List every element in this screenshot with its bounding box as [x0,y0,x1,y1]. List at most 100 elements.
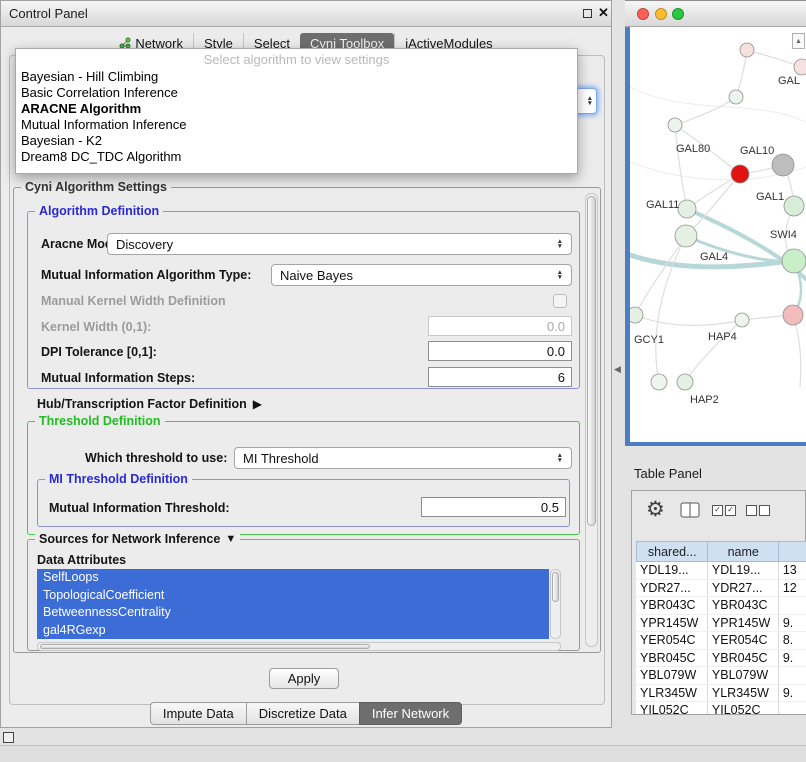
close-button[interactable] [637,8,649,20]
table-row[interactable]: YER054C YER054C 8. [636,632,806,650]
attribute-list-item[interactable]: gal4RGexp [37,622,549,640]
settings-scrollbar-thumb[interactable] [587,196,596,526]
network-node[interactable] [735,313,749,327]
mi-threshold-field[interactable]: 0.5 [421,497,566,517]
attribute-list-scrollbar-thumb[interactable] [552,572,559,602]
network-node[interactable] [740,43,754,57]
network-node[interactable] [677,374,693,390]
column-header-shared-name[interactable]: shared... [636,541,708,562]
cell: YPR145W [708,615,779,632]
close-icon[interactable]: ✕ [598,5,609,21]
cell: 12 [779,580,806,597]
tab-infer-network[interactable]: Infer Network [359,702,462,725]
minimized-panel-icon[interactable] [3,732,14,743]
table-toolbar: ⚙ ✓✓ [632,491,805,539]
aracne-mode-select[interactable]: Discovery ▲▼ [107,233,572,255]
dropdown-item[interactable]: Basic Correlation Inference [16,85,577,101]
node-label: GAL10 [740,145,774,157]
manual-kernel-checkbox[interactable] [553,294,567,308]
dropdown-item[interactable]: ARACNE Algorithm [16,101,577,117]
hub-section-label: Hub/Transcription Factor Definition [37,397,247,411]
column-header-name[interactable]: name [707,541,779,562]
network-node[interactable] [630,307,643,323]
deselect-all-columns-icon[interactable] [746,505,770,516]
table-row[interactable]: YBL079W YBL079W [636,667,806,685]
cell [779,667,806,684]
bottom-tab-strip: Impute Data Discretize Data Infer Networ… [1,701,611,725]
table-row[interactable]: YLR345W YLR345W 9. [636,685,806,703]
network-canvas[interactable]: GAL80 GAL10 GAL11 GAL1 SWI4 GAL4 GCY1 HA… [630,27,806,442]
control-panel-titlebar: Control Panel ✕ [1,1,611,27]
attribute-list-hscrollbar-thumb[interactable] [40,644,370,649]
dropdown-item[interactable]: Mutual Information Inference [16,117,577,133]
combo-stepper-icon: ▲▼ [557,239,563,249]
mi-steps-field[interactable]: 6 [428,367,572,387]
cell: 8. [779,632,806,649]
mi-threshold-label: Mutual Information Threshold: [49,501,230,515]
combo-stepper-icon: ▲▼ [557,453,563,463]
attribute-list-item[interactable]: TopologicalCoefficient [37,587,549,605]
settings-group-title: Cyni Algorithm Settings [21,180,171,194]
table-panel-title: Table Panel [634,466,702,481]
sources-group-toggle[interactable]: Sources for Network Inference ▼ [35,532,240,546]
cell: YBR043C [636,597,708,614]
table-row[interactable]: YPR145W YPR145W 9. [636,615,806,633]
cell: YBL079W [708,667,779,684]
minimize-button[interactable] [655,8,667,20]
scroll-up-button[interactable]: ▲ [792,33,805,49]
attribute-list-scrollbar[interactable] [550,569,561,639]
attribute-list-hscrollbar[interactable] [37,642,561,651]
attribute-list-item[interactable]: SelfLoops [37,569,549,587]
which-threshold-select[interactable]: MI Threshold ▲▼ [234,447,572,469]
status-bar [0,745,806,762]
cell: YDL19... [636,562,708,579]
dpi-tolerance-field[interactable]: 0.0 [428,341,572,361]
dropdown-item[interactable]: Bayesian - Hill Climbing [16,69,577,85]
dropdown-item[interactable]: Dream8 DC_TDC Algorithm [16,149,577,165]
table-panel-window: ⚙ ✓✓ shared... name YDL19... YDL19... 13 [631,490,806,715]
settings-scrollbar[interactable] [585,193,598,647]
node-label: GAL1 [756,191,784,203]
hub-section-toggle[interactable]: Hub/Transcription Factor Definition ▶ [37,397,262,411]
network-node[interactable] [784,196,804,216]
network-node[interactable] [783,305,803,325]
network-node[interactable] [678,200,696,218]
network-node-gal10[interactable] [772,154,794,176]
table-columns-icon[interactable] [680,502,700,518]
panel-splitter-arrow[interactable]: ◀ [614,364,621,375]
combo-stepper-icon: ▲▼ [557,270,563,280]
network-node[interactable] [668,118,682,132]
tab-impute-data[interactable]: Impute Data [150,702,247,725]
table-row[interactable]: YDR27... YDR27... 12 [636,580,806,598]
network-node[interactable] [794,59,806,75]
float-window-icon[interactable] [583,9,592,18]
node-label: GAL [778,75,800,87]
aracne-mode-value: Discovery [116,237,173,252]
gear-icon[interactable]: ⚙ [646,497,665,522]
network-window-titlebar [625,1,806,27]
network-node-gal4[interactable] [675,225,697,247]
attribute-list-item[interactable]: BetweennessCentrality [37,604,549,622]
tab-label: Discretize Data [259,706,347,721]
table-row[interactable]: YBR045C YBR045C 9. [636,650,806,668]
kernel-width-label: Kernel Width (0,1): [41,320,151,334]
table-row[interactable]: YBR043C YBR043C [636,597,806,615]
cell: YBR045C [636,650,708,667]
network-node[interactable] [782,249,806,273]
network-node[interactable] [729,90,743,104]
node-label: GAL80 [676,143,710,155]
dropdown-item[interactable]: Bayesian - K2 [16,133,577,149]
table-row[interactable]: YDL19... YDL19... 13 [636,562,806,580]
column-header-clipped[interactable] [778,541,806,562]
zoom-button[interactable] [672,8,684,20]
network-node-selected[interactable] [731,165,749,183]
mi-type-select[interactable]: Naive Bayes ▲▼ [271,264,572,286]
network-node[interactable] [651,374,667,390]
cell: 9. [779,685,806,702]
dpi-tolerance-label: DPI Tolerance [0,1]: [41,345,157,359]
tab-discretize-data[interactable]: Discretize Data [246,702,360,725]
select-all-columns-icon[interactable]: ✓✓ [712,505,736,516]
apply-button[interactable]: Apply [269,668,339,689]
cell: YBR045C [708,650,779,667]
table-row[interactable]: YIL052C YIL052C [636,702,806,714]
